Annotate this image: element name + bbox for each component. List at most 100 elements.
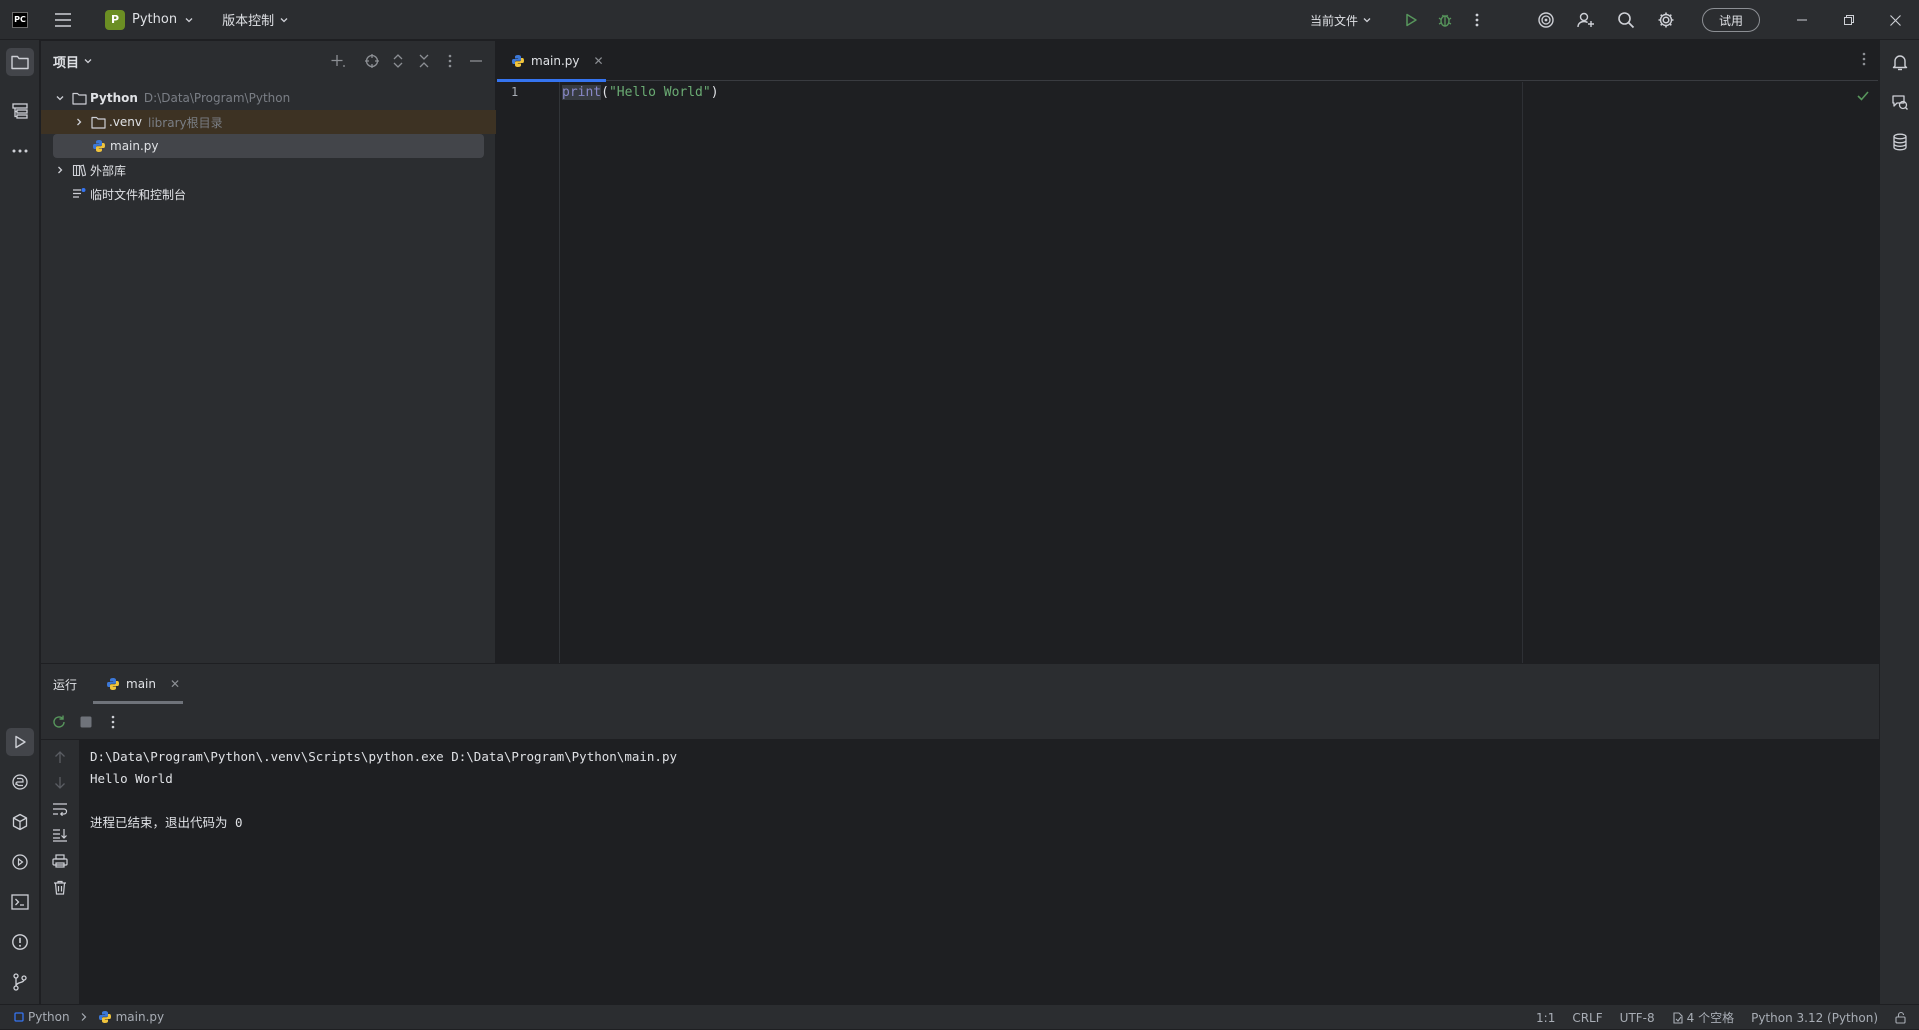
ai-chat-icon [1892, 95, 1908, 110]
chevron-down-icon [84, 59, 92, 64]
more-actions-button[interactable] [1462, 13, 1492, 27]
run-tab-main[interactable]: main ✕ [93, 664, 183, 704]
indent-widget[interactable]: 4 个空格 [1672, 1009, 1734, 1026]
minimize-button[interactable] [1778, 0, 1825, 40]
code-with-me-button[interactable] [1566, 11, 1606, 29]
printer-icon [52, 854, 68, 868]
file-encoding[interactable]: UTF-8 [1620, 1011, 1655, 1025]
console-line: D:\Data\Program\Python\.venv\Scripts\pyt… [90, 749, 677, 764]
git-button[interactable] [6, 968, 34, 996]
scroll-to-end-button[interactable] [51, 826, 69, 844]
module-icon [14, 1012, 24, 1022]
caret-position[interactable]: 1:1 [1536, 1011, 1555, 1025]
chevron-right-icon[interactable] [53, 165, 67, 175]
tab-options-button[interactable] [1862, 52, 1866, 66]
print-button[interactable] [51, 852, 69, 870]
main-menu-icon[interactable] [54, 12, 72, 27]
chevron-right-icon [80, 1012, 88, 1022]
tree-item-project-root[interactable]: Python D:\Data\Program\Python [41, 86, 496, 110]
expand-icon [393, 54, 403, 68]
clear-all-button[interactable] [51, 878, 69, 896]
project-name: Python [132, 12, 178, 27]
soft-wrap-button[interactable] [51, 800, 69, 818]
debug-button[interactable] [1428, 12, 1462, 28]
status-bar: Python main.py 1:1 CRLF UTF-8 4 个空格 Pyth… [0, 1004, 1919, 1029]
project-switcher[interactable]: P Python [105, 9, 194, 30]
soft-wrap-icon [53, 803, 68, 816]
python-packages-button[interactable] [6, 808, 34, 836]
editor-tab-bar: main.py ✕ [497, 41, 1878, 82]
arrow-up-icon [55, 751, 65, 763]
tree-item-label: 临时文件和控制台 [90, 187, 187, 202]
tree-item-main-py[interactable]: main.py [53, 134, 484, 158]
structure-tool-button[interactable] [6, 97, 34, 125]
right-tool-strip [1879, 40, 1919, 1004]
project-panel: 项目 Python D:\Data\Program\Python .venv l… [41, 41, 496, 663]
breadcrumb-file[interactable]: main.py [116, 1010, 165, 1024]
more-tools-button[interactable] [6, 137, 34, 165]
git-branch-icon [13, 973, 27, 991]
trash-icon [54, 880, 66, 895]
line-number: 1 [511, 85, 519, 99]
chevron-down-icon[interactable] [53, 93, 67, 103]
code-line[interactable]: print("Hello World") [562, 85, 719, 100]
ai-chat-button[interactable] [1886, 88, 1914, 116]
vcs-menu[interactable]: 版本控制 [222, 10, 289, 29]
run-more-button[interactable] [111, 715, 115, 729]
services-button[interactable] [6, 848, 34, 876]
database-button[interactable] [1886, 128, 1914, 156]
ai-assistant-button[interactable] [1526, 11, 1566, 29]
editor-tab-main-py[interactable]: main.py ✕ [497, 41, 606, 82]
inspection-ok-icon[interactable] [1856, 90, 1870, 102]
project-tool-button[interactable] [6, 48, 34, 76]
line-separator[interactable]: CRLF [1572, 1011, 1602, 1025]
terminal-button[interactable] [6, 888, 34, 916]
console-output[interactable]: D:\Data\Program\Python\.venv\Scripts\pyt… [79, 740, 1879, 1005]
scroll-up-button[interactable] [51, 748, 69, 766]
notifications-button[interactable] [1886, 48, 1914, 76]
vcs-label: 版本控制 [222, 14, 275, 29]
collapse-all-button[interactable] [415, 52, 433, 70]
python-interpreter[interactable]: Python 3.12 (Python) [1751, 1011, 1878, 1025]
panel-title: 项目 [53, 55, 80, 71]
close-tab-icon[interactable]: ✕ [170, 677, 180, 691]
run-tool-button[interactable] [6, 728, 34, 756]
run-config-selector[interactable]: 当前文件 [1310, 12, 1372, 29]
play-icon [1406, 13, 1417, 27]
chevron-right-icon[interactable] [72, 117, 86, 127]
close-window-button[interactable] [1872, 0, 1919, 40]
stop-button[interactable] [79, 715, 93, 729]
code-paren-close: ) [710, 85, 719, 100]
settings-button[interactable] [1646, 11, 1686, 29]
rerun-button[interactable] [51, 714, 67, 730]
restore-icon [1843, 15, 1854, 25]
breadcrumb-project[interactable]: Python [28, 1010, 70, 1024]
tab-label: main.py [531, 54, 580, 68]
project-view-dropdown[interactable]: 项目 [53, 52, 93, 71]
problems-button[interactable] [6, 928, 34, 956]
search-everywhere-button[interactable] [1606, 11, 1646, 29]
tree-item-venv[interactable]: .venv library根目录 [41, 110, 496, 134]
chevron-down-icon [1363, 18, 1371, 23]
options-button[interactable] [441, 52, 459, 70]
left-tool-strip [0, 40, 40, 1004]
editor-gutter [497, 82, 560, 663]
close-icon [1890, 14, 1901, 26]
new-file-button[interactable] [329, 52, 347, 70]
tree-item-scratches[interactable]: 临时文件和控制台 [41, 182, 496, 206]
restore-button[interactable] [1825, 0, 1872, 40]
trial-button[interactable]: 试用 [1702, 8, 1760, 32]
run-panel: 运行 main ✕ D:\Data\Program\Python\.venv\S… [41, 663, 1879, 1005]
problems-icon [12, 934, 28, 950]
expand-all-button[interactable] [389, 52, 407, 70]
close-tab-icon[interactable]: ✕ [594, 54, 604, 68]
python-console-button[interactable] [6, 768, 34, 796]
scroll-down-button[interactable] [51, 774, 69, 792]
hide-panel-button[interactable] [467, 52, 485, 70]
plus-icon [331, 55, 345, 67]
tree-item-external-libraries[interactable]: 外部库 [41, 158, 496, 182]
lock-icon[interactable] [1895, 1011, 1907, 1024]
run-button[interactable] [1394, 12, 1428, 28]
locate-file-button[interactable] [363, 52, 381, 70]
